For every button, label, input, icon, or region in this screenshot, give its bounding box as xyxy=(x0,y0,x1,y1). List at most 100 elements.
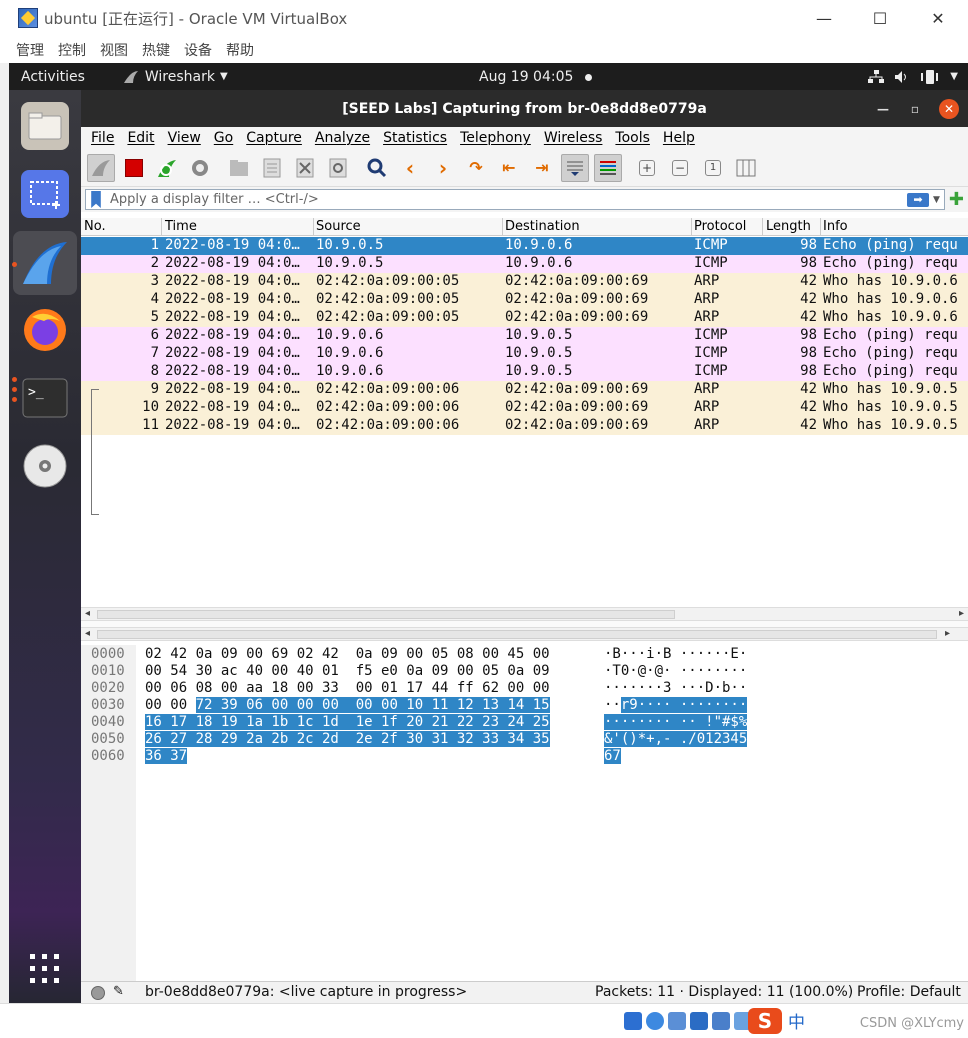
packet-row[interactable]: 2 2022-08-19 04:0… 10.9.0.5 10.9.0.6 ICMP 98 E… xyxy=(81,255,968,273)
bookmark-icon[interactable] xyxy=(91,191,101,208)
col-time[interactable]: Time xyxy=(165,219,197,234)
bytes-line[interactable]: 0060 36 37 67 xyxy=(81,748,968,765)
system-tray[interactable]: ▼ xyxy=(868,69,958,84)
close-button[interactable]: ✕ xyxy=(910,0,966,36)
menu-devices[interactable]: 设备 xyxy=(184,40,212,60)
scroll-thumb[interactable] xyxy=(97,610,675,619)
screenshot-icon[interactable] xyxy=(21,170,69,218)
bytes-line[interactable]: 0050 26 27 28 29 2a 2b 2c 2d 2e 2f 30 31 … xyxy=(81,731,968,748)
maximize-button[interactable]: ☐ xyxy=(852,0,908,36)
menu-go[interactable]: Go xyxy=(214,130,233,146)
menu-capture[interactable]: Capture xyxy=(246,130,302,146)
col-protocol[interactable]: Protocol xyxy=(694,219,746,234)
files-icon[interactable] xyxy=(21,102,69,150)
ws-close-icon[interactable]: ✕ xyxy=(939,99,959,119)
go-first-packet-icon[interactable]: ⇤ xyxy=(495,154,523,182)
packet-row[interactable]: 8 2022-08-19 04:0… 10.9.0.6 10.9.0.5 ICMP 98 E… xyxy=(81,363,968,381)
apply-filter-arrow-icon[interactable]: ➡ xyxy=(906,192,929,207)
menu-analyze[interactable]: Analyze xyxy=(315,130,370,146)
packet-row[interactable]: 7 2022-08-19 04:0… 10.9.0.6 10.9.0.5 ICMP 98 E… xyxy=(81,345,968,363)
bytes-line[interactable]: 0040 16 17 18 19 1a 1b 1c 1d 1e 1f 20 21 … xyxy=(81,714,968,731)
col-source[interactable]: Source xyxy=(316,219,361,234)
capture-comment-icon[interactable]: ✎ xyxy=(113,984,124,999)
storage-icon[interactable] xyxy=(624,1012,642,1030)
show-apps-icon[interactable] xyxy=(21,945,69,993)
packet-row[interactable]: 3 2022-08-19 04:0… 02:42:0a:09:00:05 02:42:… xyxy=(81,273,968,291)
menu-view[interactable]: View xyxy=(168,130,201,146)
go-last-packet-icon[interactable]: ⇥ xyxy=(528,154,556,182)
sogou-ime-icon[interactable]: S xyxy=(748,1008,782,1034)
disc-icon[interactable] xyxy=(21,442,69,490)
scroll-thumb[interactable] xyxy=(97,630,937,639)
scroll-right-icon[interactable]: ▸ xyxy=(945,628,950,639)
audio-icon[interactable] xyxy=(668,1012,686,1030)
add-filter-button-icon[interactable]: ✚ xyxy=(949,189,964,210)
usb-icon[interactable] xyxy=(712,1012,730,1030)
menu-control[interactable]: 控制 xyxy=(58,40,86,60)
packet-row[interactable]: 11 2022-08-19 04:0… 02:42:0a:09:00:06 02:42… xyxy=(81,417,968,435)
col-no[interactable]: No. xyxy=(84,219,106,234)
clock[interactable]: Aug 19 04:05 xyxy=(479,69,593,85)
col-destination[interactable]: Destination xyxy=(505,219,580,234)
wireshark-icon[interactable] xyxy=(13,231,77,295)
resize-columns-icon[interactable] xyxy=(732,154,760,182)
packet-row[interactable]: 10 2022-08-19 04:0… 02:42:0a:09:00:06 02:42… xyxy=(81,399,968,417)
packet-row[interactable]: 9 2022-08-19 04:0… 02:42:0a:09:00:06 02:42:… xyxy=(81,381,968,399)
auto-scroll-icon[interactable] xyxy=(561,153,589,182)
stop-capture-icon[interactable] xyxy=(120,154,148,182)
ime-mode-label[interactable]: 中 xyxy=(788,1008,805,1033)
ws-minimize-icon[interactable]: — xyxy=(873,99,893,119)
expert-info-icon[interactable] xyxy=(91,986,105,1000)
menu-file[interactable]: File xyxy=(91,130,114,146)
scroll-left-icon[interactable]: ◂ xyxy=(85,628,90,639)
go-to-packet-icon[interactable]: ↷ xyxy=(462,154,490,182)
firefox-icon[interactable] xyxy=(21,306,69,354)
terminal-icon[interactable]: >_ xyxy=(21,374,69,422)
bytes-line[interactable]: 0030 00 00 72 39 06 00 00 00 00 00 10 11 … xyxy=(81,697,968,714)
packet-row[interactable]: 5 2022-08-19 04:0… 02:42:0a:09:00:05 02:42:… xyxy=(81,309,968,327)
display-filter-input[interactable]: Apply a display filter … <Ctrl-/> ➡ ▼ xyxy=(85,189,945,210)
menu-view[interactable]: 视图 xyxy=(100,40,128,60)
colorize-icon[interactable] xyxy=(594,153,622,182)
scroll-right-icon[interactable]: ▸ xyxy=(959,608,964,619)
menu-tools[interactable]: Tools xyxy=(615,130,650,146)
menu-help[interactable]: 帮助 xyxy=(226,40,254,60)
bytes-line[interactable]: 0020 00 06 08 00 aa 18 00 33 00 01 17 44 … xyxy=(81,680,968,697)
menu-edit[interactable]: Edit xyxy=(127,130,154,146)
normal-size-icon[interactable]: 1 xyxy=(699,154,727,182)
open-file-icon[interactable] xyxy=(225,154,253,182)
reload-file-icon[interactable] xyxy=(324,154,352,182)
filter-dropdown-icon[interactable]: ▼ xyxy=(933,195,940,205)
zoom-out-icon[interactable]: − xyxy=(666,154,694,182)
scroll-left-icon[interactable]: ◂ xyxy=(85,608,90,619)
restart-capture-icon[interactable] xyxy=(153,154,181,182)
find-packet-icon[interactable] xyxy=(363,154,391,182)
bytes-line[interactable]: 0000 02 42 0a 09 00 69 02 42 0a 09 00 05 … xyxy=(81,646,968,663)
packet-list-hscrollbar[interactable]: ◂ ▸ xyxy=(81,607,968,621)
capture-options-gear-icon[interactable] xyxy=(186,154,214,182)
menu-manage[interactable]: 管理 xyxy=(16,40,44,60)
details-hscrollbar[interactable]: ◂ ▸ xyxy=(81,627,968,641)
ws-maximize-icon[interactable]: ▫ xyxy=(905,99,925,119)
start-capture-fin-icon[interactable] xyxy=(87,153,115,182)
bytes-line[interactable]: 0010 00 54 30 ac 40 00 40 01 f5 e0 0a 09 … xyxy=(81,663,968,680)
close-file-icon[interactable] xyxy=(291,154,319,182)
minimize-button[interactable]: — xyxy=(796,0,852,36)
optical-drive-icon[interactable] xyxy=(646,1012,664,1030)
menu-hotkeys[interactable]: 热键 xyxy=(142,40,170,60)
menu-statistics[interactable]: Statistics xyxy=(383,130,447,146)
app-menu[interactable]: Wireshark ▼ xyxy=(123,69,228,85)
col-info[interactable]: Info xyxy=(823,219,848,234)
zoom-in-icon[interactable]: + xyxy=(633,154,661,182)
packet-row[interactable]: 4 2022-08-19 04:0… 02:42:0a:09:00:05 02:42:… xyxy=(81,291,968,309)
network-adapter-icon[interactable] xyxy=(690,1012,708,1030)
packet-row[interactable]: 6 2022-08-19 04:0… 10.9.0.6 10.9.0.5 ICMP 98 E… xyxy=(81,327,968,345)
go-back-icon[interactable]: ‹ xyxy=(396,154,424,182)
menu-help[interactable]: Help xyxy=(663,130,695,146)
menu-telephony[interactable]: Telephony xyxy=(460,130,531,146)
col-length[interactable]: Length xyxy=(766,219,811,234)
go-forward-icon[interactable]: › xyxy=(429,154,457,182)
packet-row[interactable]: 1 2022-08-19 04:0… 10.9.0.5 10.9.0.6 ICMP 98 E… xyxy=(81,237,968,255)
menu-wireless[interactable]: Wireless xyxy=(544,130,603,146)
status-profile[interactable]: Profile: Default xyxy=(857,984,961,1000)
